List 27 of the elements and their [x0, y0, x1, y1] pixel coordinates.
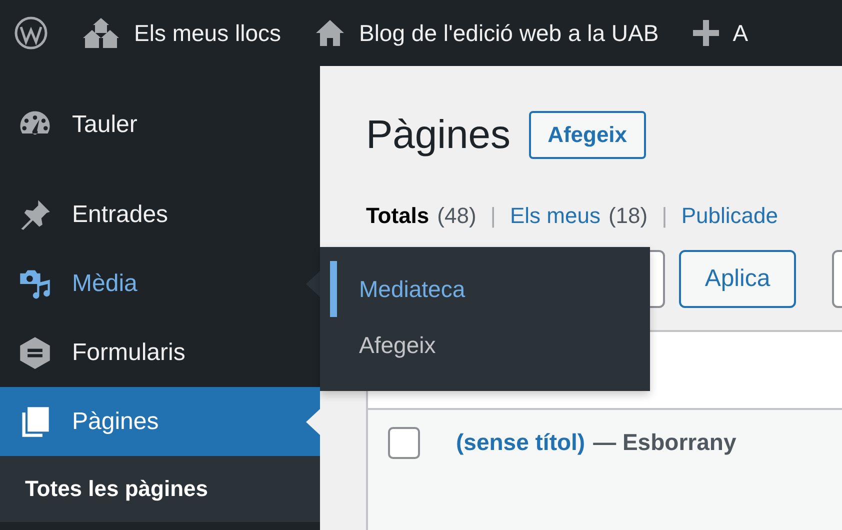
page-title-link[interactable]: (sense títol) [456, 427, 586, 457]
current-pointer [306, 408, 320, 434]
filter-link[interactable]: Totals [366, 203, 430, 229]
menu-item[interactable]: Tauler [0, 90, 320, 159]
filter-count: (48) [437, 203, 476, 229]
row-checkbox[interactable] [388, 427, 420, 459]
menu-item[interactable]: Pàgines [0, 387, 320, 456]
add-button[interactable]: Afegeix [528, 111, 646, 159]
hexagon-icon [18, 336, 52, 370]
home-icon [314, 19, 345, 47]
menu-item[interactable]: Entrades [0, 180, 320, 249]
plus-icon [692, 20, 719, 46]
home-link[interactable]: Blog de l'edició web a la UAB [314, 19, 659, 47]
filter-count: (18) [608, 203, 648, 229]
filter-link[interactable]: Els meus [510, 203, 600, 229]
filter-link[interactable]: Publicade [681, 203, 778, 229]
separator: | [662, 203, 668, 229]
menu-item[interactable]: Formularis [0, 318, 320, 387]
new-link[interactable]: A [692, 20, 748, 46]
sites-link[interactable]: Els meus llocs [82, 17, 281, 49]
flyout-item[interactable]: Afegeix [320, 317, 650, 373]
apply-button[interactable]: Aplica [679, 250, 796, 308]
page-title: Pàgines [366, 112, 511, 158]
submenu-item[interactable]: Totes les pàgines [0, 476, 320, 502]
houses-icon [82, 17, 120, 49]
separator: | [490, 203, 496, 229]
page-state: — Esborrany [593, 428, 736, 457]
